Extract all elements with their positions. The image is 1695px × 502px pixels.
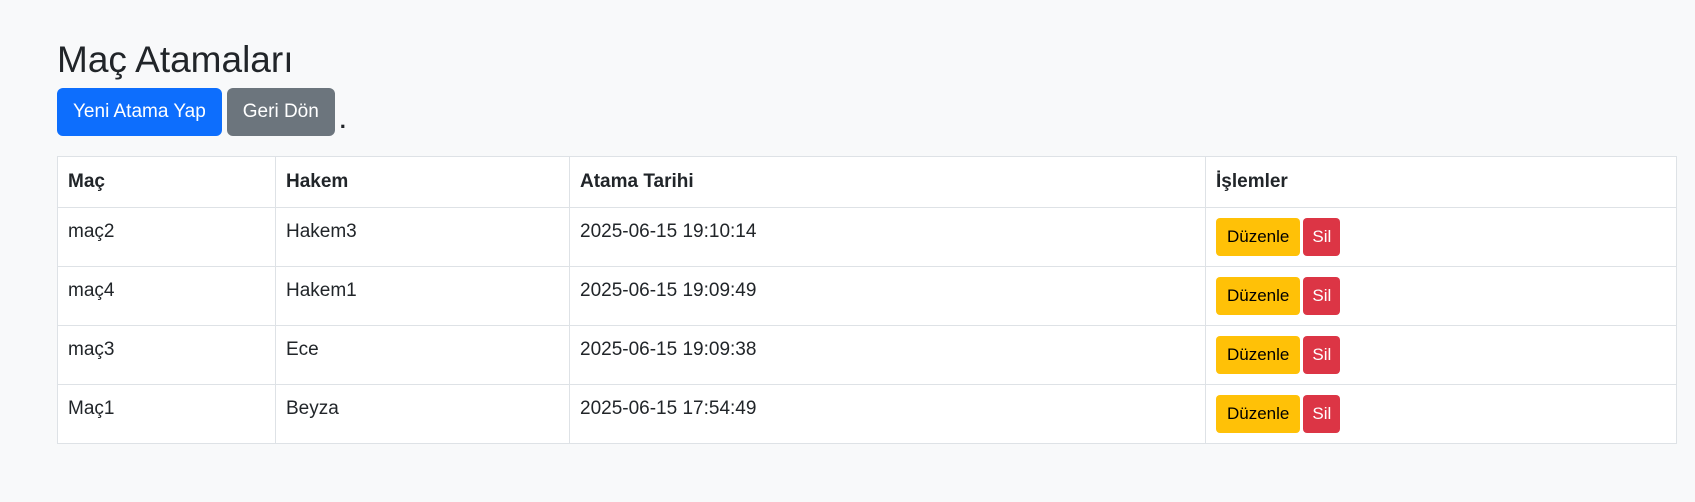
delete-button[interactable]: Sil	[1303, 395, 1341, 433]
match-cell: maç4	[57, 266, 276, 326]
date-cell: 2025-06-15 19:09:38	[569, 325, 1206, 385]
column-header-actions: İşlemler	[1205, 156, 1677, 208]
column-header-match: Maç	[57, 156, 276, 208]
column-header-referee: Hakem	[275, 156, 570, 208]
referee-cell: Ece	[275, 325, 570, 385]
table-row: maç3 Ece 2025-06-15 19:09:38 Düzenle Sil	[57, 325, 1677, 385]
referee-cell: Hakem1	[275, 266, 570, 326]
delete-button[interactable]: Sil	[1303, 336, 1341, 374]
stray-dot: .	[339, 108, 346, 133]
date-cell: 2025-06-15 19:09:49	[569, 266, 1206, 326]
delete-button[interactable]: Sil	[1303, 277, 1341, 315]
edit-button[interactable]: Düzenle	[1216, 218, 1301, 256]
date-cell: 2025-06-15 19:10:14	[569, 207, 1206, 267]
delete-button[interactable]: Sil	[1303, 218, 1341, 256]
actions-cell: Düzenle Sil	[1205, 207, 1677, 267]
column-header-date: Atama Tarihi	[569, 156, 1206, 208]
actions-cell: Düzenle Sil	[1205, 384, 1677, 444]
table-row: maç2 Hakem3 2025-06-15 19:10:14 Düzenle S…	[57, 207, 1677, 267]
referee-cell: Hakem3	[275, 207, 570, 267]
page-container: Maç Atamaları Yeni Atama Yap Geri Dön . …	[57, 36, 1677, 444]
referee-cell: Beyza	[275, 384, 570, 444]
actions-cell: Düzenle Sil	[1205, 266, 1677, 326]
page-title: Maç Atamaları	[57, 39, 294, 80]
table-header-row: Maç Hakem Atama Tarihi İşlemler	[57, 156, 1677, 208]
table-row: maç4 Hakem1 2025-06-15 19:09:49 Düzenle S…	[57, 266, 1677, 326]
match-cell: maç2	[57, 207, 276, 267]
actions-cell: Düzenle Sil	[1205, 325, 1677, 385]
match-cell: Maç1	[57, 384, 276, 444]
edit-button[interactable]: Düzenle	[1216, 395, 1301, 433]
action-bar: Yeni Atama Yap Geri Dön .	[57, 88, 1677, 136]
table-row: Maç1 Beyza 2025-06-15 17:54:49 Düzenle Si…	[57, 384, 1677, 444]
edit-button[interactable]: Düzenle	[1216, 336, 1301, 374]
assignments-table: Maç Hakem Atama Tarihi İşlemler maç2 Hak…	[57, 156, 1677, 444]
new-assignment-button[interactable]: Yeni Atama Yap	[57, 88, 222, 136]
date-cell: 2025-06-15 17:54:49	[569, 384, 1206, 444]
back-button[interactable]: Geri Dön	[226, 88, 335, 136]
match-cell: maç3	[57, 325, 276, 385]
edit-button[interactable]: Düzenle	[1216, 277, 1301, 315]
